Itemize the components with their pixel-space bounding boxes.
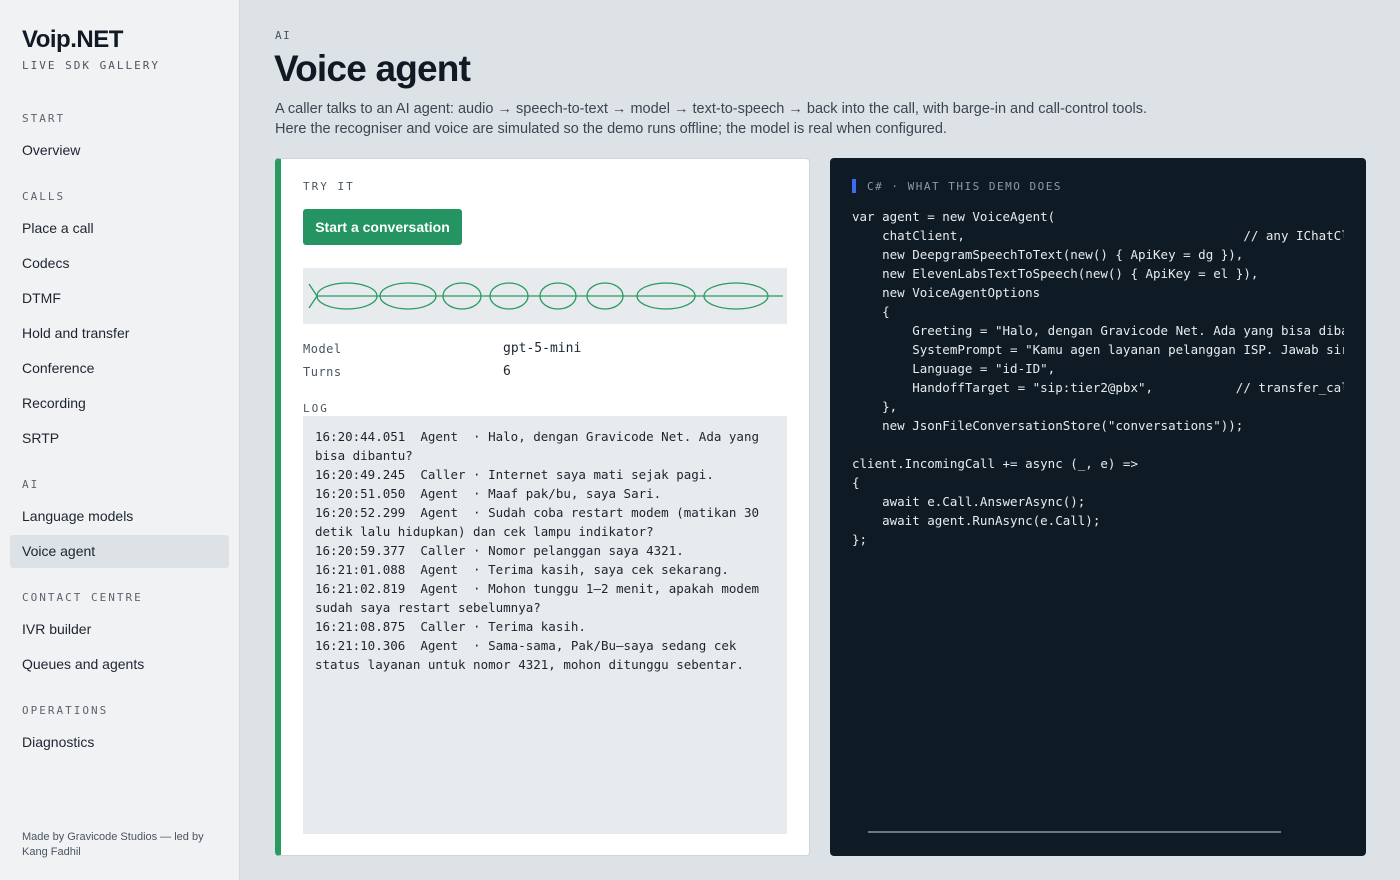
log-entry: 16:21:01.088 Agent · Terima kasih, saya … <box>315 562 729 577</box>
brand-subtitle: LIVE SDK GALLERY <box>22 59 160 72</box>
log-label: LOG <box>303 402 329 415</box>
sidebar-item-diagnostics[interactable]: Diagnostics <box>10 726 229 759</box>
sidebar-item-ivr-builder[interactable]: IVR builder <box>10 613 229 646</box>
code-line: ​ <box>852 435 1344 454</box>
code-header: C# · WHAT THIS DEMO DOES <box>852 179 1062 193</box>
conversation-log[interactable]: 16:20:44.051 Agent · Halo, dengan Gravic… <box>303 416 787 834</box>
code-line: HandoffTarget = "sip:tier2@pbx", // tran… <box>852 380 1344 395</box>
nav-section-ai: AI <box>22 478 40 491</box>
code-line: new ElevenLabsTextToSpeech(new() { ApiKe… <box>852 266 1259 281</box>
log-entry: 16:21:02.819 Agent · Mohon tunggu 1–2 me… <box>315 581 767 615</box>
log-entry: 16:20:51.050 Agent · Maaf pak/bu, saya S… <box>315 486 662 501</box>
page-title: Voice agent <box>274 48 471 89</box>
code-line: await e.Call.AnswerAsync(); <box>852 494 1086 509</box>
audio-waveform <box>303 268 787 324</box>
code-header-label: C# · WHAT THIS DEMO DOES <box>867 179 1062 193</box>
sidebar-item-overview[interactable]: Overview <box>10 134 229 167</box>
sidebar-item-language-models[interactable]: Language models <box>10 500 229 533</box>
code-line: { <box>852 304 890 319</box>
sidebar-item-hold-and-transfer[interactable]: Hold and transfer <box>10 317 229 350</box>
page-description: A caller talks to an AI agent: audio → s… <box>275 101 1148 137</box>
log-entry: 16:20:52.299 Agent · Sudah coba restart … <box>315 505 767 539</box>
nav-section-start: START <box>22 112 66 125</box>
breadcrumb: AI <box>275 29 292 42</box>
sidebar-item-recording[interactable]: Recording <box>10 387 229 420</box>
nav-section-calls: CALLS <box>22 190 66 203</box>
log-entry: 16:21:10.306 Agent · Sama-sama, Pak/Bu—s… <box>315 638 744 672</box>
code-horizontal-scrollbar[interactable] <box>868 831 1281 833</box>
sidebar-footer: Made by Gravicode Studios — led by Kang … <box>22 831 204 858</box>
code-line: client.IncomingCall += async (_, e) => <box>852 456 1138 471</box>
sidebar-item-voice-agent[interactable]: Voice agent <box>10 535 229 568</box>
turns-label: Turns <box>303 365 342 379</box>
sidebar-item-srtp[interactable]: SRTP <box>10 422 229 455</box>
code-header-marker <box>852 179 856 193</box>
log-entry: 16:20:59.377 Caller · Nomor pelanggan sa… <box>315 543 684 558</box>
code-line: Greeting = "Halo, dengan Gravicode Net. … <box>852 323 1344 338</box>
model-label: Model <box>303 342 342 356</box>
start-conversation-button[interactable]: Start a conversation <box>303 209 462 245</box>
waveform-icon <box>308 282 783 310</box>
code-line: { <box>852 475 860 490</box>
try-it-panel: TRY IT Start a conversation Model gpt-5-… <box>275 158 810 856</box>
sidebar: Voip.NET LIVE SDK GALLERY START Overview… <box>0 0 240 880</box>
code-line: chatClient, // any IChatClie <box>852 228 1344 243</box>
sidebar-item-place-a-call[interactable]: Place a call <box>10 212 229 245</box>
brand-logo[interactable]: Voip.NET <box>22 26 123 54</box>
model-value: gpt-5-mini <box>503 341 582 356</box>
nav-section-operations: OPERATIONS <box>22 704 109 717</box>
turns-value: 6 <box>503 364 511 379</box>
code-line: }; <box>852 532 868 547</box>
code-line: var agent = new VoiceAgent( <box>852 209 1056 224</box>
code-line: new DeepgramSpeechToText(new() { ApiKey … <box>852 247 1244 262</box>
code-line: await agent.RunAsync(e.Call); <box>852 513 1101 528</box>
code-line: Language = "id-ID", <box>852 361 1056 376</box>
sidebar-item-codecs[interactable]: Codecs <box>10 247 229 280</box>
sidebar-item-conference[interactable]: Conference <box>10 352 229 385</box>
sidebar-item-queues-and-agents[interactable]: Queues and agents <box>10 648 229 681</box>
try-it-label: TRY IT <box>303 180 355 193</box>
code-line: new JsonFileConversationStore("conversat… <box>852 418 1244 433</box>
code-block[interactable]: var agent = new VoiceAgent( chatClient, … <box>852 207 1344 827</box>
log-entry: 16:20:44.051 Agent · Halo, dengan Gravic… <box>315 429 767 463</box>
code-line: SystemPrompt = "Kamu agen layanan pelang… <box>852 342 1344 357</box>
code-line: new VoiceAgentOptions <box>852 285 1041 300</box>
log-entry: 16:20:49.245 Caller · Internet saya mati… <box>315 467 714 482</box>
nav-section-contact-centre: CONTACT CENTRE <box>22 591 143 604</box>
sidebar-item-dtmf[interactable]: DTMF <box>10 282 229 315</box>
code-panel: C# · WHAT THIS DEMO DOES var agent = new… <box>830 158 1366 856</box>
code-line: }, <box>852 399 898 414</box>
log-entry: 16:21:08.875 Caller · Terima kasih. <box>315 619 586 634</box>
